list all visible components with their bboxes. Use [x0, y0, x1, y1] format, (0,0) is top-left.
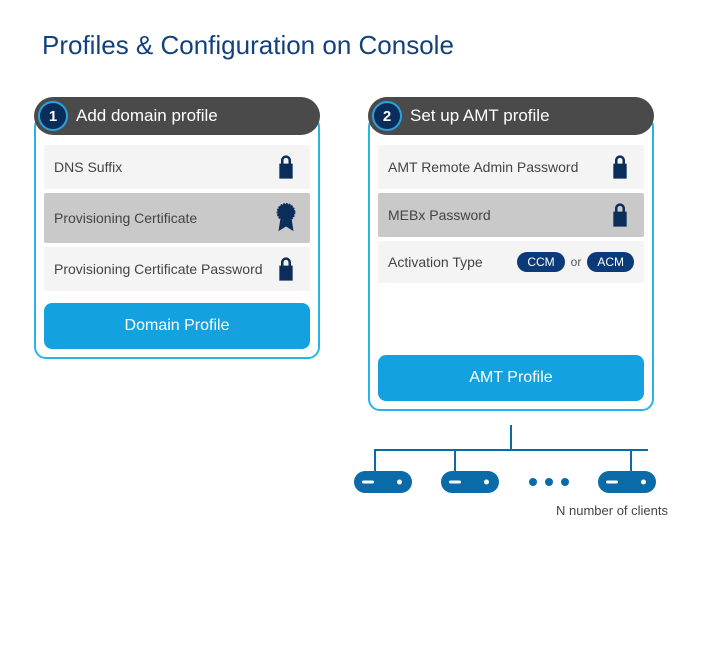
page-title: Profiles & Configuration on Console — [0, 0, 719, 61]
lock-icon — [272, 155, 300, 179]
step1-header: 1 Add domain profile — [34, 97, 320, 135]
step1-number: 1 — [38, 101, 68, 131]
lock-icon — [272, 257, 300, 281]
ccm-pill: CCM — [517, 252, 564, 272]
step2-header-label: Set up AMT profile — [410, 106, 550, 126]
tree-drop — [374, 449, 376, 471]
diagram-columns: 1 Add domain profile DNS Suffix Provisio… — [0, 61, 719, 545]
ellipsis-icon — [529, 478, 569, 486]
provisioning-cert-label: Provisioning Certificate — [54, 210, 272, 226]
step1-header-label: Add domain profile — [76, 106, 218, 126]
client-node — [354, 471, 412, 493]
lock-icon — [606, 203, 634, 227]
tree-drop — [630, 449, 632, 471]
lock-icon — [606, 155, 634, 179]
clients-row — [354, 471, 656, 493]
row-mebx-pw: MEBx Password — [378, 193, 644, 237]
amt-profile-output: AMT Profile — [378, 355, 644, 401]
provisioning-cert-pw-label: Provisioning Certificate Password — [54, 261, 272, 277]
row-provisioning-cert-pw: Provisioning Certificate Password — [44, 247, 310, 291]
amt-admin-pw-label: AMT Remote Admin Password — [388, 159, 606, 175]
tree-stem — [510, 425, 512, 449]
clients-caption: N number of clients — [556, 503, 668, 518]
acm-pill: ACM — [587, 252, 634, 272]
step2-box: AMT Remote Admin Password MEBx Password … — [368, 115, 654, 411]
or-text: or — [571, 255, 582, 269]
mebx-pw-label: MEBx Password — [388, 207, 606, 223]
client-node — [441, 471, 499, 493]
clients-tree: N number of clients — [368, 425, 654, 545]
activation-type-label: Activation Type — [388, 254, 517, 270]
step1-column: 1 Add domain profile DNS Suffix Provisio… — [34, 97, 320, 359]
step2-number: 2 — [372, 101, 402, 131]
activation-options: CCM or ACM — [517, 252, 634, 272]
ribbon-icon — [272, 203, 300, 233]
row-provisioning-cert: Provisioning Certificate — [44, 193, 310, 243]
client-node — [598, 471, 656, 493]
domain-profile-output: Domain Profile — [44, 303, 310, 349]
row-activation-type: Activation Type CCM or ACM — [378, 241, 644, 283]
dns-suffix-label: DNS Suffix — [54, 159, 272, 175]
step1-box: DNS Suffix Provisioning Certificate Prov… — [34, 115, 320, 359]
row-amt-admin-pw: AMT Remote Admin Password — [378, 145, 644, 189]
tree-horizontal — [374, 449, 648, 451]
step2-column: 2 Set up AMT profile AMT Remote Admin Pa… — [368, 97, 654, 545]
step2-header: 2 Set up AMT profile — [368, 97, 654, 135]
row-dns-suffix: DNS Suffix — [44, 145, 310, 189]
tree-drop — [454, 449, 456, 471]
